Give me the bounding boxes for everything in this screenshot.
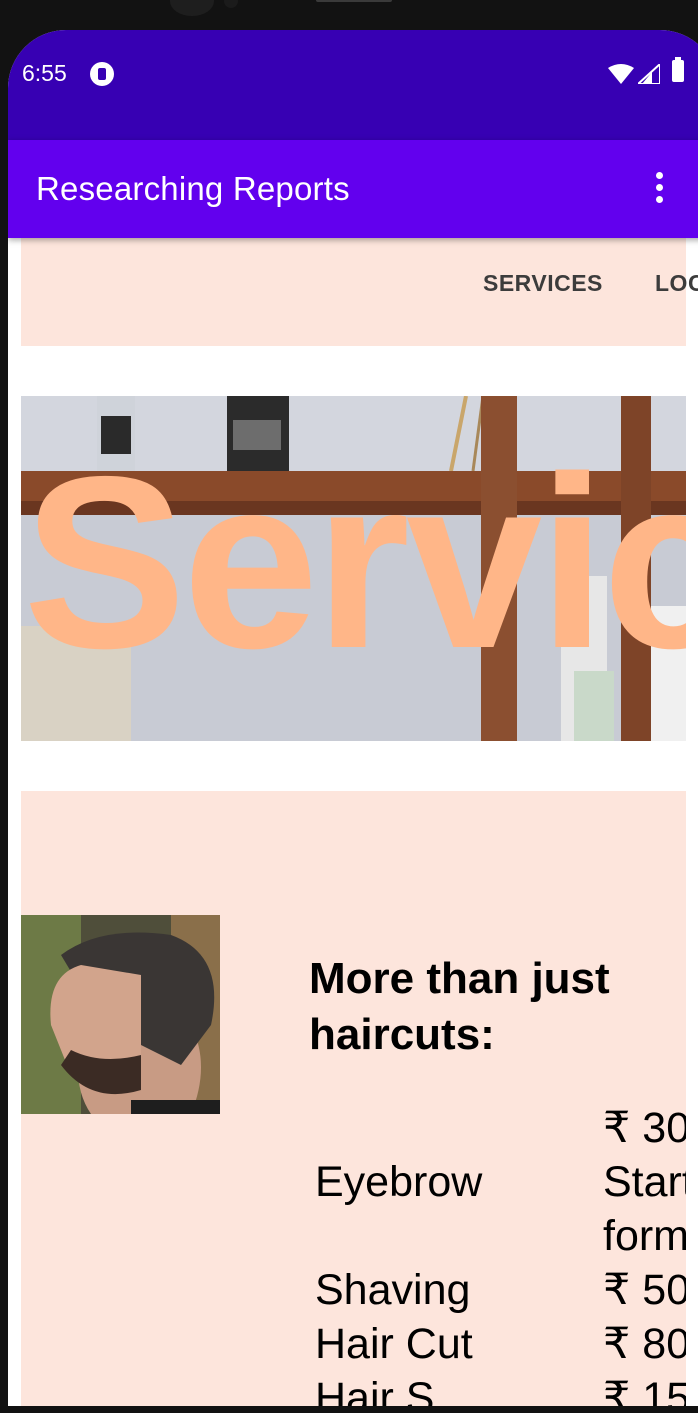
battery-icon bbox=[672, 57, 684, 82]
webview: SERVICES LOC Servic More than just hairc… bbox=[8, 238, 698, 1406]
table-row: Eyebrow Start bbox=[309, 1155, 686, 1209]
service-name bbox=[309, 1209, 597, 1263]
site-nav: SERVICES LOC bbox=[21, 238, 698, 346]
status-time: 6:55 bbox=[22, 60, 67, 86]
table-row: Hair S ₹ 15 bbox=[309, 1371, 686, 1406]
notification-app-icon bbox=[90, 62, 114, 86]
service-price: ₹ 30/ bbox=[603, 1104, 686, 1152]
more-vert-icon[interactable] bbox=[648, 170, 672, 206]
service-price: ₹ 50/ bbox=[603, 1266, 686, 1314]
nav-link-services[interactable]: SERVICES bbox=[483, 270, 603, 297]
wifi-icon bbox=[608, 64, 634, 84]
hero-banner: Servic bbox=[21, 396, 686, 741]
app-bar: Researching Reports bbox=[8, 140, 698, 238]
table-row: form bbox=[309, 1209, 686, 1263]
bottom-bezel bbox=[0, 1406, 698, 1413]
service-name: Hair S bbox=[315, 1374, 435, 1406]
services-price-table: ₹ 30/ Eyebrow Start form Shaving ₹ 50/ bbox=[309, 1101, 686, 1406]
haircut-model-photo bbox=[21, 915, 220, 1114]
earpiece-speaker bbox=[316, 0, 392, 2]
camera-notch bbox=[170, 0, 214, 16]
status-bar: 6:55 bbox=[8, 30, 698, 140]
service-price: Start bbox=[603, 1158, 686, 1206]
table-row: Shaving ₹ 50/ bbox=[309, 1263, 686, 1317]
services-section: More than just haircuts: ₹ 30/ Eyebrow S… bbox=[21, 791, 686, 1406]
app-title: Researching Reports bbox=[36, 170, 350, 207]
services-heading: More than just haircuts: bbox=[309, 954, 610, 1059]
service-price: ₹ 15 bbox=[603, 1374, 686, 1406]
service-name bbox=[309, 1101, 597, 1155]
screen: 6:55 Researching Reports SERVICES LOC Se… bbox=[8, 30, 698, 1406]
service-price: ₹ 80/ bbox=[603, 1320, 686, 1368]
signal-icon bbox=[638, 64, 660, 84]
table-row: ₹ 30/ bbox=[309, 1101, 686, 1155]
service-name: Shaving bbox=[315, 1266, 471, 1314]
service-name: Hair Cut bbox=[315, 1320, 473, 1368]
service-name: Eyebrow bbox=[315, 1158, 483, 1206]
table-row: Hair Cut ₹ 80/ bbox=[309, 1317, 686, 1371]
hero-title: Servic bbox=[23, 425, 686, 699]
camera-sensor bbox=[224, 0, 238, 8]
phone-frame: 6:55 Researching Reports SERVICES LOC Se… bbox=[0, 0, 698, 1413]
service-price: form bbox=[603, 1212, 686, 1260]
nav-link-locations[interactable]: LOC bbox=[655, 270, 698, 297]
